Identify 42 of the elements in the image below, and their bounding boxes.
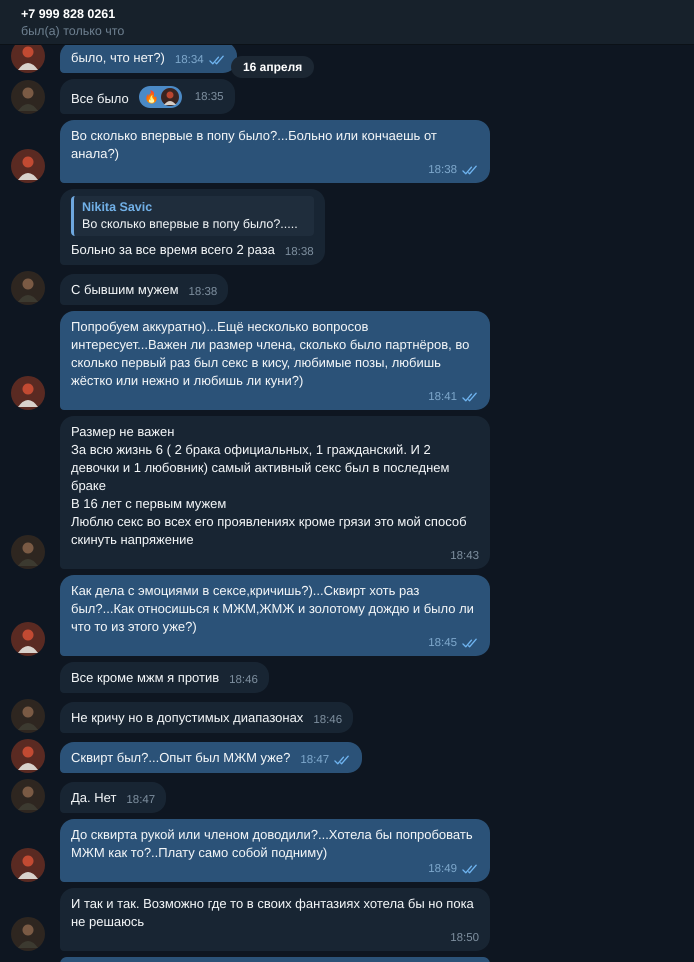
message-text: было, что нет?) — [71, 49, 165, 67]
message-text: Все кроме мжм я против — [71, 669, 220, 687]
reply-text: Во сколько впервые в попу было?..... — [82, 216, 299, 233]
message-text: Попробуем аккуратно)...Ещё несколько вопросов интересует...Важен ли размер члена, сколько было партнёров, во сколько первый раз был секс в кису, любимые позы, любишь жёстко или нежно и любишь ли куни?) — [71, 318, 470, 390]
message-time: 18:46 — [229, 673, 258, 687]
message-time: 18:45 — [428, 636, 457, 650]
message-text: И так и так. Возможно где то в своих фантазиях хотела бы но пока не решаюсь — [71, 895, 475, 931]
last-seen-status: был(а) только что — [21, 24, 126, 38]
message-text: Сквирт был?...Опыт был МЖМ уже? — [71, 749, 290, 767]
avatar-icon[interactable] — [11, 45, 45, 73]
message-text: Во сколько впервые в попу было?...Больно или кончаешь от анала?) — [71, 127, 438, 163]
message-text: Как дела с эмоциями в сексе,кричишь?)...Сквирт хоть раз был?...Как относишься к МЖМ,ЖМЖ и золотому дождю и было ли что то из этого уже?) — [71, 582, 475, 636]
message-text: Больно за все время всего 2 раза — [71, 241, 275, 259]
message-text: Все было — [71, 90, 129, 108]
contact-phone: +7 999 828 0261 — [21, 6, 116, 20]
message-time: 18:43 — [450, 549, 479, 563]
message-text: Не кричу но в допустимых диапазонах — [71, 709, 304, 727]
message-time: 18:50 — [450, 931, 479, 945]
message-text: Размер не важен За всю жизнь 6 ( 2 брака официальных, 1 гражданский. И 2 девочки и 1 любовник) самый активный секс был в последнем браке В 16 лет с первым мужем Люблю секс во всех его проявлениях кроме грязи это мой способ скинуть напряжение — [71, 423, 468, 549]
message-text: До сквирта рукой или членом доводили?...Хотела бы попробовать МЖМ как то?..Плату само собой подниму) — [71, 826, 474, 862]
reply-quote[interactable]: Nikita Savic Во сколько впервые в попу было?..... — [71, 196, 314, 236]
message-text: Да. Нет — [71, 789, 116, 807]
avatar-icon[interactable] — [11, 848, 45, 882]
message-time: 18:46 — [313, 713, 342, 727]
message-time: 18:38 — [428, 163, 457, 177]
date-badge: 16 апреля — [231, 56, 314, 78]
reactor-avatar-icon — [160, 88, 179, 106]
avatar-icon[interactable] — [11, 376, 45, 410]
message-time: 18:49 — [428, 862, 457, 876]
reaction-emoji: 🔥 — [144, 89, 159, 105]
message-time: 18:47 — [300, 753, 330, 767]
message-text: С бывшим мужем — [71, 281, 179, 299]
reply-author: Nikita Savic — [82, 199, 154, 216]
avatar-icon[interactable] — [11, 149, 45, 183]
message-time: 18:41 — [428, 390, 457, 404]
message-time: 18:47 — [126, 793, 156, 807]
message-time: 18:34 — [174, 53, 204, 67]
message-time: 18:38 — [284, 245, 314, 259]
avatar-icon[interactable] — [11, 739, 45, 773]
avatar-icon[interactable] — [11, 622, 45, 656]
message-time: 18:38 — [188, 285, 218, 299]
message-time: 18:35 — [194, 90, 224, 104]
